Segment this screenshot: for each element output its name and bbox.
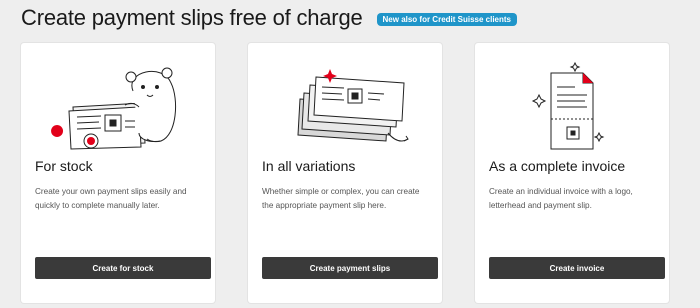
page-title: Create payment slips free of charge <box>21 5 363 30</box>
create-invoice-button[interactable]: Create invoice <box>489 257 665 279</box>
create-payment-slips-button[interactable]: Create payment slips <box>262 257 438 279</box>
new-badge: New also for Credit Suisse clients <box>376 12 517 26</box>
hamster-with-payment-slip-illustration <box>51 67 177 150</box>
card-title: As a complete invoice <box>489 158 626 174</box>
card-description: Create your own payment slips easily and… <box>35 187 187 210</box>
invoice-document-illustration <box>531 61 605 150</box>
page-header: Create payment slips free of charge New … <box>21 5 517 31</box>
card-title: In all variations <box>262 158 356 174</box>
stacked-payment-slips-illustration <box>297 69 409 142</box>
card-in-all-variations: In all variations Whether simple or comp… <box>248 43 442 303</box>
card-complete-invoice: As a complete invoice Create an individu… <box>475 43 669 303</box>
card-description: Create an individual invoice with a logo… <box>489 187 633 210</box>
card-description: Whether simple or complex, you can creat… <box>262 187 420 210</box>
create-for-stock-button[interactable]: Create for stock <box>35 257 211 279</box>
card-for-stock: For stock Create your own payment slips … <box>21 43 215 303</box>
card-title: For stock <box>35 158 93 174</box>
